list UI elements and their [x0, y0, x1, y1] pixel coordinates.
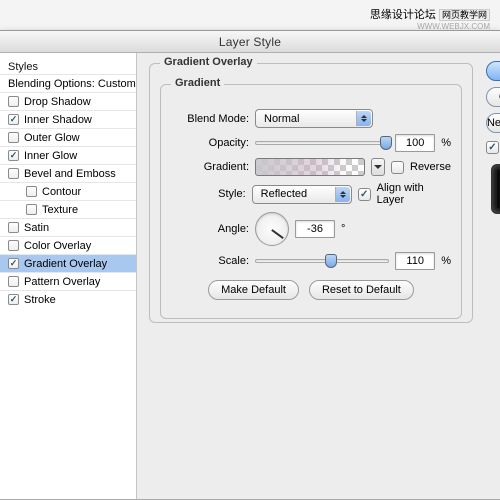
sidebar-item-label: Contour [42, 186, 81, 198]
reverse-label: Reverse [410, 161, 451, 173]
make-default-button[interactable]: Make Default [208, 280, 299, 300]
sidebar-item-label: Satin [24, 222, 49, 234]
watermark: 思缘设计论坛 网页教学网 WWW.WEBJX.COM [370, 6, 490, 31]
sidebar-item-satin[interactable]: Satin [0, 218, 136, 236]
opacity-label: Opacity: [171, 137, 249, 149]
sidebar-item-label: Inner Shadow [24, 114, 92, 126]
checkbox[interactable] [8, 240, 19, 251]
gradient-picker-arrow[interactable] [371, 158, 385, 176]
scale-slider[interactable] [255, 259, 389, 263]
checkbox[interactable] [8, 114, 19, 125]
chevron-updown-icon [335, 187, 350, 202]
gradient-overlay-group: Gradient Overlay Gradient Blend Mode: No… [149, 63, 473, 323]
sidebar-item-inner-glow[interactable]: Inner Glow [0, 146, 136, 164]
align-checkbox[interactable] [358, 188, 371, 201]
sidebar-item-label: Bevel and Emboss [24, 168, 116, 180]
sidebar-item-stroke[interactable]: Stroke [0, 290, 136, 308]
chevron-updown-icon [356, 111, 371, 126]
sidebar-item-label: Color Overlay [24, 240, 91, 252]
sidebar-item-contour[interactable]: Contour [0, 182, 136, 200]
dialog-buttons: OK Cancel New Style... Preview [481, 53, 500, 499]
style-label: Style: [171, 188, 246, 200]
sidebar-item-label: Drop Shadow [24, 96, 91, 108]
window-title: Layer Style [0, 31, 500, 53]
sidebar-item-color-overlay[interactable]: Color Overlay [0, 236, 136, 254]
gradient-group: Gradient Blend Mode: Normal Opacity: 100… [160, 84, 462, 319]
checkbox[interactable] [8, 168, 19, 179]
angle-dial[interactable] [255, 212, 289, 246]
blending-options-row[interactable]: Blending Options: Custom [0, 74, 136, 92]
group-title-outer: Gradient Overlay [160, 56, 257, 68]
preview-checkbox[interactable] [486, 141, 499, 154]
opacity-field[interactable]: 100 [395, 134, 435, 152]
sidebar-item-bevel-and-emboss[interactable]: Bevel and Emboss [0, 164, 136, 182]
sidebar-item-label: Inner Glow [24, 150, 77, 162]
sidebar-item-gradient-overlay[interactable]: Gradient Overlay [0, 254, 136, 272]
group-title-inner: Gradient [171, 77, 224, 89]
preview-thumbnail [491, 164, 500, 214]
sidebar-item-texture[interactable]: Texture [0, 200, 136, 218]
styles-sidebar: Styles Blending Options: Custom Drop Sha… [0, 53, 137, 499]
sidebar-item-label: Gradient Overlay [24, 258, 107, 270]
blend-mode-label: Blend Mode: [171, 113, 249, 125]
sidebar-item-label: Stroke [24, 294, 56, 306]
gradient-swatch[interactable] [255, 158, 365, 176]
style-select[interactable]: Reflected [252, 185, 352, 204]
blend-mode-select[interactable]: Normal [255, 109, 373, 128]
align-label: Align with Layer [377, 182, 451, 206]
angle-label: Angle: [171, 223, 249, 235]
checkbox[interactable] [8, 294, 19, 305]
sidebar-item-inner-shadow[interactable]: Inner Shadow [0, 110, 136, 128]
reverse-checkbox[interactable] [391, 161, 404, 174]
checkbox[interactable] [8, 276, 19, 287]
sidebar-item-label: Texture [42, 204, 78, 216]
gradient-label: Gradient: [171, 161, 249, 173]
sidebar-item-label: Pattern Overlay [24, 276, 100, 288]
angle-field[interactable]: -36 [295, 220, 335, 238]
sidebar-item-pattern-overlay[interactable]: Pattern Overlay [0, 272, 136, 290]
scale-field[interactable]: 110 [395, 252, 435, 270]
opacity-slider[interactable] [255, 141, 389, 145]
checkbox[interactable] [26, 186, 37, 197]
sidebar-item-label: Outer Glow [24, 132, 80, 144]
layer-style-dialog: Layer Style Styles Blending Options: Cus… [0, 30, 500, 500]
checkbox[interactable] [8, 258, 19, 269]
new-style-button[interactable]: New Style... [486, 113, 500, 133]
checkbox[interactable] [8, 132, 19, 143]
sidebar-item-outer-glow[interactable]: Outer Glow [0, 128, 136, 146]
checkbox[interactable] [26, 204, 37, 215]
checkbox[interactable] [8, 222, 19, 233]
checkbox[interactable] [8, 96, 19, 107]
ok-button[interactable]: OK [486, 61, 500, 81]
sidebar-item-drop-shadow[interactable]: Drop Shadow [0, 92, 136, 110]
scale-label: Scale: [171, 255, 249, 267]
checkbox[interactable] [8, 150, 19, 161]
reset-default-button[interactable]: Reset to Default [309, 280, 414, 300]
cancel-button[interactable]: Cancel [486, 87, 500, 107]
styles-header[interactable]: Styles [0, 59, 136, 74]
settings-panel: Gradient Overlay Gradient Blend Mode: No… [137, 53, 481, 499]
